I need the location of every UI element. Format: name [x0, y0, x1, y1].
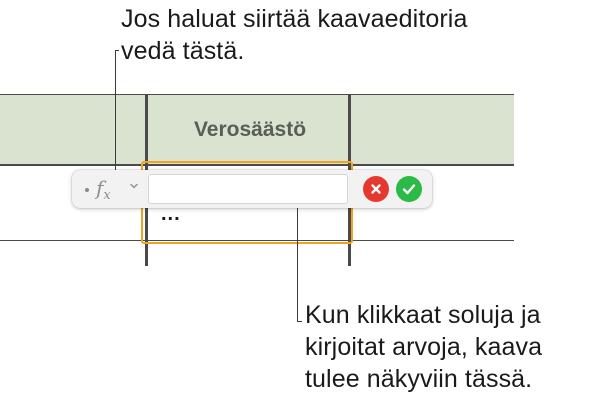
- accept-button[interactable]: [396, 176, 422, 202]
- formula-appears-callout-line-2: kirjoitat arvoja, kaava: [305, 333, 543, 361]
- move-editor-callout-line-2: vedä tästä.: [121, 37, 245, 65]
- leader-line-bottom: [297, 208, 298, 322]
- leader-line-top-cap: [115, 50, 119, 51]
- fx-icon[interactable]: fx: [96, 176, 111, 208]
- formula-editor[interactable]: fx: [72, 170, 432, 208]
- move-editor-callout: Jos haluat siirtää kaavaeditoria vedä tä…: [121, 3, 593, 67]
- formula-appears-callout: Kun klikkaat soluja ja kirjoitat arvoja,…: [305, 299, 593, 395]
- leader-line-bottom-cap: [297, 321, 302, 322]
- checkmark-icon: [402, 184, 416, 195]
- formula-appears-callout-line-1: Kun klikkaat soluja ja: [305, 301, 541, 329]
- cancel-button[interactable]: [363, 176, 389, 202]
- leader-line-top: [115, 50, 116, 174]
- drag-handle-icon[interactable]: [83, 186, 91, 194]
- header-cell-verosaasto[interactable]: Verosäästö: [150, 94, 350, 166]
- chevron-down-icon[interactable]: [129, 181, 139, 191]
- formula-appears-callout-line-3: tulee näkyviin tässä.: [305, 365, 533, 393]
- formula-input[interactable]: [148, 174, 348, 204]
- move-editor-callout-line-1: Jos haluat siirtää kaavaeditoria: [121, 5, 468, 33]
- fx-subscript: x: [103, 188, 111, 203]
- cancel-icon: [371, 184, 381, 194]
